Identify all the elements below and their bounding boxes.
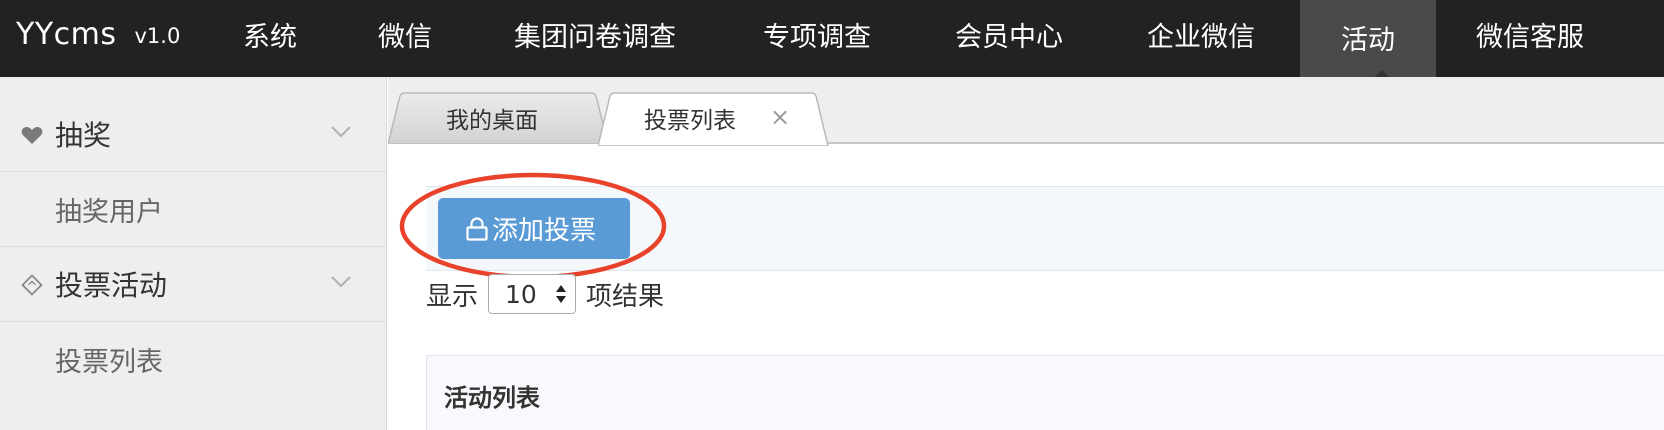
sidebar-group-label: 抽奖 <box>55 119 112 152</box>
select-arrows-icon <box>556 285 567 303</box>
tab-my-desktop[interactable]: 我的桌面 <box>388 92 614 144</box>
length-prefix: 显示 <box>426 281 479 312</box>
nav-item-wechat-service[interactable]: 微信客服 <box>1476 0 1584 68</box>
add-vote-label: 添加投票 <box>492 216 597 246</box>
heart-icon <box>21 127 43 144</box>
tab-vote-list[interactable]: 投票列表 × <box>598 92 834 146</box>
nav-item-activity[interactable]: 活动 <box>1300 0 1436 77</box>
tag-icon <box>21 274 43 296</box>
lock-icon <box>466 216 488 241</box>
brand[interactable]: YYcms v1.0 <box>16 0 180 68</box>
top-navbar: YYcms v1.0 系统 微信 集团问卷调查 专项调查 会员中心 企业微信 活… <box>0 0 1664 77</box>
nav-item-member-center[interactable]: 会员中心 <box>955 0 1063 68</box>
add-vote-button[interactable]: 添加投票 <box>438 198 630 259</box>
sidebar-item-vote-list[interactable]: 投票列表 <box>0 322 386 397</box>
sidebar: 抽奖 抽奖用户 投票活动 投票列表 <box>0 77 387 430</box>
length-suffix: 项结果 <box>586 281 665 312</box>
page-length-select[interactable]: 10 <box>488 274 577 314</box>
page-length-value: 10 <box>505 279 537 309</box>
sidebar-group-label: 投票活动 <box>55 269 168 302</box>
nav-item-group-survey[interactable]: 集团问卷调查 <box>514 0 676 68</box>
chevron-down-icon <box>331 126 351 138</box>
nav-item-enterprise-wechat[interactable]: 企业微信 <box>1147 0 1255 68</box>
sidebar-group-lottery[interactable]: 抽奖 <box>0 97 386 172</box>
page-length-control: 显示 10 项结果 <box>426 273 664 315</box>
nav-item-system[interactable]: 系统 <box>243 0 297 68</box>
sidebar-group-voting[interactable]: 投票活动 <box>0 247 386 322</box>
sidebar-item-lottery-users[interactable]: 抽奖用户 <box>0 172 386 247</box>
nav-item-special-survey[interactable]: 专项调查 <box>763 0 871 68</box>
sidebar-item-label: 抽奖用户 <box>55 196 163 228</box>
close-icon[interactable]: × <box>769 105 791 129</box>
sidebar-item-label: 投票列表 <box>55 347 163 378</box>
brand-name: YYcms <box>16 16 117 52</box>
activity-list-panel: 活动列表 <box>426 355 1664 430</box>
tab-label: 投票列表 <box>644 108 736 134</box>
panel-title: 活动列表 <box>444 384 540 412</box>
chevron-down-icon <box>331 276 351 288</box>
nav-active-caret <box>1375 70 1389 77</box>
tab-label: 我的桌面 <box>446 108 538 134</box>
tab-bar: 我的桌面 投票列表 × <box>388 77 1664 146</box>
brand-version: v1.0 <box>134 24 181 48</box>
nav-item-wechat[interactable]: 微信 <box>378 0 432 68</box>
